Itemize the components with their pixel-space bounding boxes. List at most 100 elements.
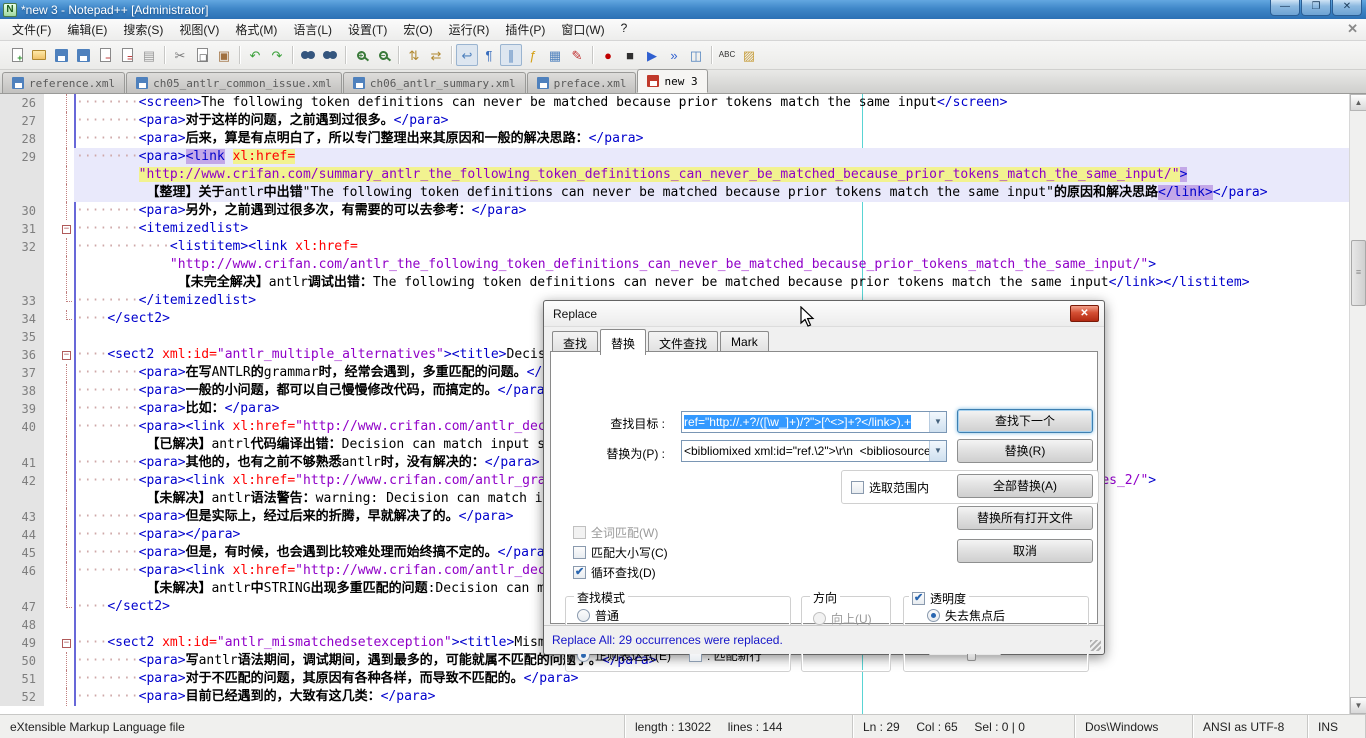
fold-margin[interactable] <box>59 94 74 112</box>
editor-line-30[interactable]: 30 ········<para>另外，之前遇到过很多次，有需要的可以去参考：</… <box>0 202 1349 220</box>
menu-item-5[interactable]: 语言(L) <box>285 19 340 40</box>
fold-margin[interactable] <box>59 508 74 526</box>
file-tab-new-3[interactable]: new 3 <box>637 69 708 93</box>
fold-margin[interactable] <box>59 616 74 634</box>
restore-button[interactable]: ❐ <box>1301 0 1331 16</box>
menu-item-4[interactable]: 格式(M) <box>227 19 285 40</box>
fold-margin[interactable] <box>59 184 74 202</box>
fold-margin[interactable] <box>59 454 74 472</box>
sync-vertical-icon[interactable]: ⇅ <box>403 44 425 66</box>
fold-margin[interactable] <box>59 148 74 166</box>
menu-item-1[interactable]: 编辑(E) <box>59 19 115 40</box>
fold-margin[interactable]: − <box>59 346 74 364</box>
menu-item-7[interactable]: 宏(O) <box>395 19 440 40</box>
replace-button[interactable]: 替换(R) <box>957 439 1093 463</box>
search-mode-normal-radio[interactable]: 普通 <box>577 607 619 624</box>
fold-margin[interactable] <box>59 598 74 616</box>
fold-margin[interactable] <box>59 400 74 418</box>
save-file-icon[interactable] <box>50 44 72 66</box>
close-button[interactable]: ✕ <box>1332 0 1362 16</box>
edit-marker-icon[interactable]: ✎ <box>566 44 588 66</box>
doc-monitor-icon[interactable]: ▨ <box>738 44 760 66</box>
fold-margin[interactable] <box>59 328 74 346</box>
fold-margin[interactable] <box>59 526 74 544</box>
fold-margin[interactable] <box>59 472 74 490</box>
macro-save-icon[interactable]: ◫ <box>685 44 707 66</box>
fold-margin[interactable] <box>59 202 74 220</box>
fold-margin[interactable] <box>59 418 74 436</box>
menu-close-icon[interactable]: ✕ <box>1347 21 1358 37</box>
fold-margin[interactable] <box>59 166 74 184</box>
editor-line-32[interactable]: 32 ············<listitem><link xl:href= <box>0 238 1349 256</box>
menu-item-2[interactable]: 搜索(S) <box>115 19 171 40</box>
vertical-scrollbar[interactable]: ▲ ▼ <box>1349 94 1366 714</box>
replace-with-combobox[interactable]: <bibliomixed xml:id="ref.\2">\r\n <bibli… <box>681 440 947 462</box>
find-next-button[interactable]: 查找下一个 <box>957 409 1093 433</box>
fold-margin[interactable] <box>59 490 74 508</box>
paste-icon[interactable]: ▣ <box>213 44 235 66</box>
fold-margin[interactable] <box>59 364 74 382</box>
spell-check-icon[interactable]: ABC <box>716 44 738 66</box>
menu-item-10[interactable]: 窗口(W) <box>553 19 612 40</box>
file-tab-reference.xml[interactable]: reference.xml <box>2 72 126 93</box>
print-icon[interactable]: ▤ <box>138 44 160 66</box>
scrollbar-thumb[interactable] <box>1351 240 1366 306</box>
title-bar[interactable]: N *new 3 - Notepad++ [Administrator] — ❐… <box>0 0 1366 19</box>
word-wrap-icon[interactable]: ↩ <box>456 44 478 66</box>
fold-margin[interactable] <box>59 310 74 328</box>
editor-line-wrap[interactable]: 【未完全解决】antlr调试出错：The following token def… <box>0 274 1349 292</box>
fold-margin[interactable] <box>59 112 74 130</box>
copy-icon[interactable]: ❏ <box>191 44 213 66</box>
fold-margin[interactable] <box>59 652 74 670</box>
undo-icon[interactable]: ↶ <box>244 44 266 66</box>
replace-all-button[interactable]: 全部替换(A) <box>957 474 1093 498</box>
transparency-checkbox[interactable]: 透明度 <box>909 590 970 607</box>
fold-margin[interactable] <box>59 436 74 454</box>
editor-line-28[interactable]: 28 ········<para>后来，算是有点明白了，所以专门整理出来其原因和一… <box>0 130 1349 148</box>
show-all-characters-icon[interactable]: ¶ <box>478 44 500 66</box>
document-map-icon[interactable]: ▦ <box>544 44 566 66</box>
macro-record-icon[interactable]: ● <box>597 44 619 66</box>
replace-dialog-title[interactable]: Replace <box>544 301 1104 327</box>
find-what-combobox[interactable]: ref="http://.+?/([\w_]+)/?">[^<>]+?</lin… <box>681 411 947 433</box>
fold-margin[interactable] <box>59 544 74 562</box>
fold-margin[interactable] <box>59 274 74 292</box>
editor-line-52[interactable]: 52 ········<para>目前已经遇到的，大致有这几类：</para> <box>0 688 1349 706</box>
combo-dropdown-icon[interactable]: ▼ <box>929 412 946 432</box>
fold-margin[interactable]: − <box>59 220 74 238</box>
editor-line-27[interactable]: 27 ········<para>对于这样的问题，之前遇到过很多。</para> <box>0 112 1349 130</box>
in-selection-checkbox[interactable]: 选取范围内 <box>851 479 929 496</box>
editor-line-wrap[interactable]: "http://www.crifan.com/summary_antlr_the… <box>0 166 1349 184</box>
menu-item-9[interactable]: 插件(P) <box>497 19 553 40</box>
fold-margin[interactable] <box>59 382 74 400</box>
fold-margin[interactable] <box>59 292 74 310</box>
menu-item-0[interactable]: 文件(F) <box>4 19 59 40</box>
editor-line-wrap[interactable]: 【整理】关于antlr中出错"The following token defin… <box>0 184 1349 202</box>
scroll-down-icon[interactable]: ▼ <box>1350 697 1366 714</box>
wrap-around-checkbox[interactable]: 循环查找(D) <box>573 564 656 581</box>
tab-replace[interactable]: 替换 <box>600 329 647 355</box>
macro-stop-icon[interactable]: ■ <box>619 44 641 66</box>
menu-item-11[interactable]: ? <box>613 19 636 40</box>
new-file-icon[interactable]: + <box>6 44 28 66</box>
cancel-button[interactable]: 取消 <box>957 539 1093 563</box>
fold-margin[interactable] <box>59 238 74 256</box>
replace-all-open-docs-button[interactable]: 替换所有打开文件 <box>957 506 1093 530</box>
editor-line-26[interactable]: 26 ········<screen>The following token de… <box>0 94 1349 112</box>
find-replace-icon[interactable] <box>319 44 341 66</box>
resize-grip[interactable] <box>1090 640 1101 651</box>
match-case-checkbox[interactable]: 匹配大小写(C) <box>573 544 668 561</box>
status-insert-mode[interactable]: INS <box>1308 715 1366 738</box>
find-icon[interactable] <box>297 44 319 66</box>
fold-margin[interactable] <box>59 688 74 706</box>
combo-dropdown-icon[interactable]: ▼ <box>929 441 946 461</box>
close-file-icon[interactable]: − <box>94 44 116 66</box>
status-encoding[interactable]: ANSI as UTF-8 <box>1193 715 1308 738</box>
fold-margin[interactable] <box>59 130 74 148</box>
show-indent-guide-icon[interactable]: ∥ <box>500 44 522 66</box>
editor-line-29[interactable]: 29 ········<para><link xl:href= <box>0 148 1349 166</box>
editor-line-wrap[interactable]: "http://www.crifan.com/antlr_the_followi… <box>0 256 1349 274</box>
open-file-icon[interactable] <box>28 44 50 66</box>
dialog-close-button[interactable]: ✕ <box>1070 305 1099 322</box>
file-tab-preface.xml[interactable]: preface.xml <box>526 72 637 93</box>
